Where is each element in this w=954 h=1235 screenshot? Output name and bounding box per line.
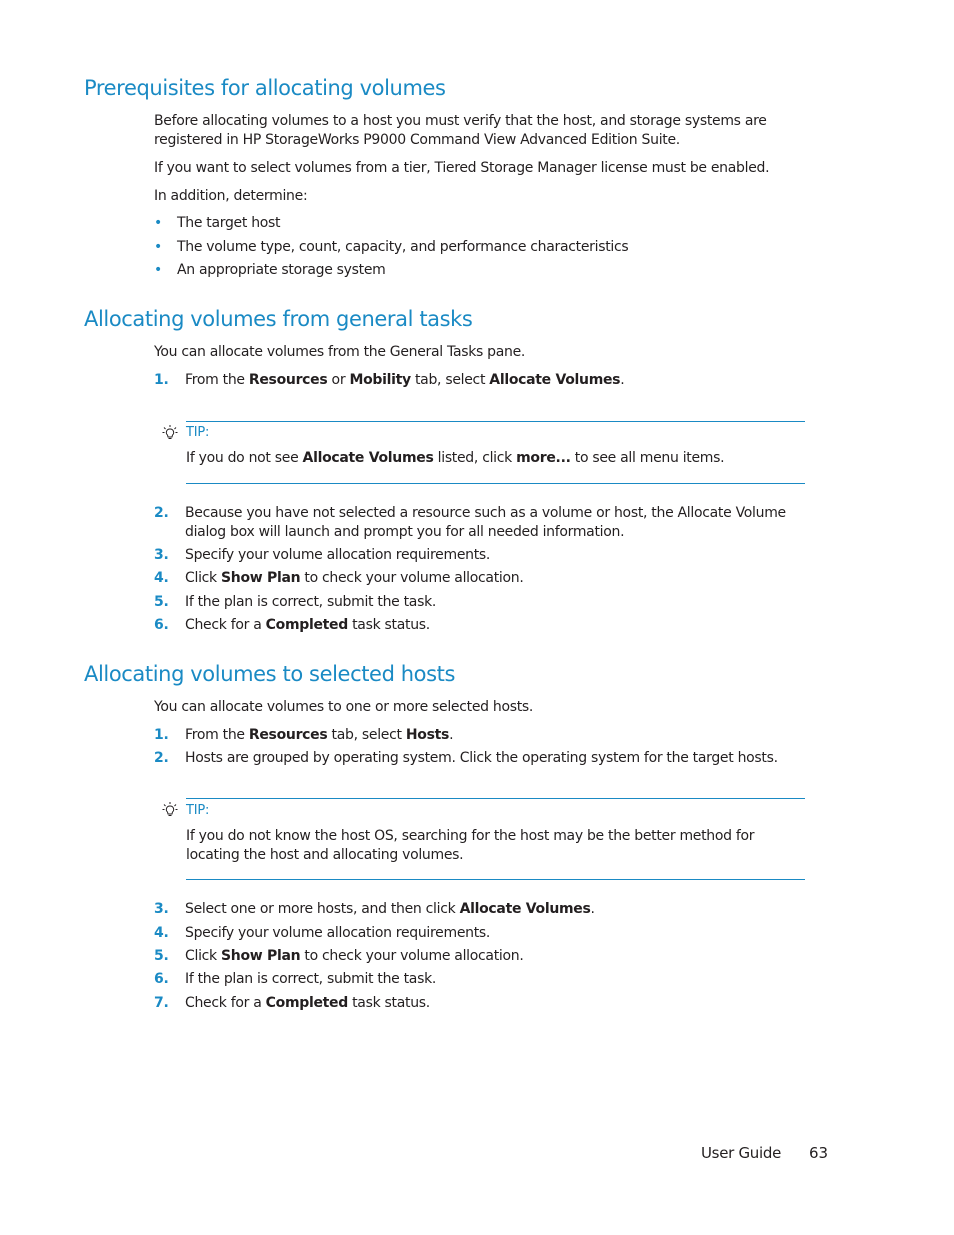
page-number: 63 — [809, 1144, 829, 1162]
paragraph: Before allocating volumes to a host you … — [154, 113, 767, 148]
tip-label: TIP: — [186, 803, 210, 818]
tip-divider-top — [186, 421, 805, 422]
paragraph: If you want to select volumes from a tie… — [154, 160, 770, 176]
tip-text: If you do not see Allocate Volumes liste… — [186, 450, 725, 466]
bullet-icon: • — [154, 215, 162, 231]
tip-divider-top — [186, 798, 805, 799]
paragraph: You can allocate volumes to one or more … — [154, 699, 534, 715]
paragraph: You can allocate volumes from the Genera… — [154, 344, 526, 360]
section-heading-general-tasks: Allocating volumes from general tasks — [84, 307, 473, 331]
footer-doc-title: User Guide — [701, 1144, 782, 1162]
lightbulb-icon — [162, 802, 178, 816]
tip-label: TIP: — [186, 425, 210, 440]
tip-text: If you do not know the host OS, searchin… — [186, 828, 755, 863]
lightbulb-icon — [162, 425, 178, 439]
bullet-icon: • — [154, 239, 162, 255]
section-heading-selected-hosts: Allocating volumes to selected hosts — [84, 662, 456, 686]
bullet-icon: • — [154, 262, 162, 278]
tip-divider-bottom — [186, 483, 805, 484]
section-heading-prerequisites: Prerequisites for allocating volumes — [84, 76, 446, 100]
tip-divider-bottom — [186, 879, 805, 880]
paragraph: In addition, determine: — [154, 188, 308, 204]
